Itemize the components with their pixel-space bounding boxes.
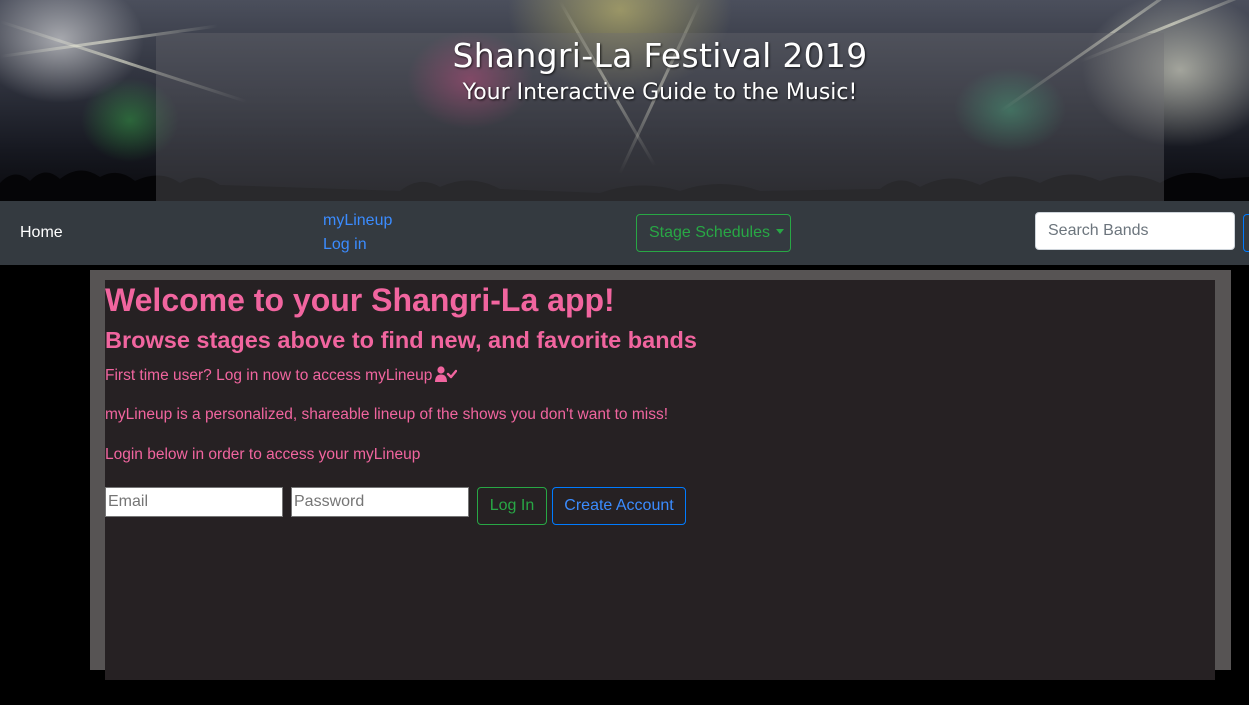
navbar: Home myLineup Log in Stage Schedules <box>0 201 1249 265</box>
login-button[interactable]: Log In <box>477 487 547 525</box>
browse-subheading: Browse stages above to find new, and fav… <box>105 327 697 353</box>
hero-banner: Shangri-La Festival 2019 Your Interactiv… <box>0 0 1249 201</box>
welcome-heading: Welcome to your Shangri-La app! <box>105 282 615 318</box>
stage-schedules-dropdown[interactable]: Stage Schedules <box>636 214 791 252</box>
nav-login-link[interactable]: Log in <box>323 236 367 254</box>
stage-schedules-label: Stage Schedules <box>649 224 770 241</box>
first-time-label: First time user? Log in now to access my… <box>105 367 433 384</box>
mylineup-description: myLineup is a personalized, shareable li… <box>105 406 669 423</box>
create-account-button[interactable]: Create Account <box>552 487 686 525</box>
hero-subtitle: Your Interactive Guide to the Music! <box>462 80 858 105</box>
first-time-text: First time user? Log in now to access my… <box>105 366 458 385</box>
nav-mylineup-link[interactable]: myLineup <box>323 212 392 230</box>
user-check-icon <box>435 366 458 382</box>
search-bands-input[interactable] <box>1035 212 1235 250</box>
nav-home-link[interactable]: Home <box>20 224 63 242</box>
email-field[interactable] <box>105 487 283 517</box>
search-button[interactable] <box>1243 214 1249 252</box>
password-field[interactable] <box>291 487 469 517</box>
login-prompt: Login below in order to access your myLi… <box>105 446 421 463</box>
caret-down-icon <box>775 229 784 234</box>
hero-title: Shangri-La Festival 2019 <box>452 36 868 75</box>
